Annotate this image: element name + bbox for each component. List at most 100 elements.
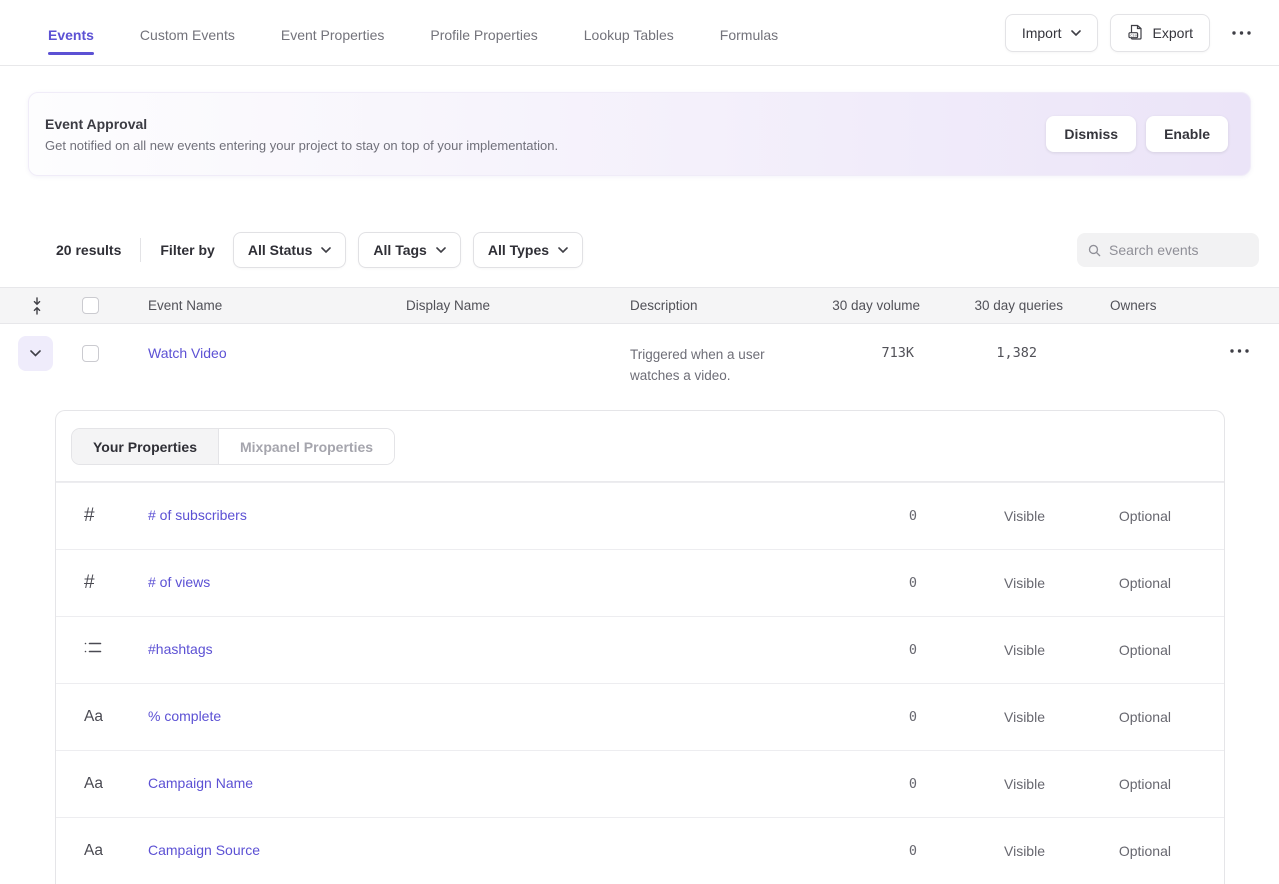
property-count: 0 xyxy=(821,642,917,658)
property-link[interactable]: # of views xyxy=(148,574,210,590)
tab-label: Lookup Tables xyxy=(584,27,674,52)
tab-mixpanel-properties[interactable]: Mixpanel Properties xyxy=(219,429,394,464)
property-row: #hashtags 0 Visible Optional xyxy=(56,616,1224,683)
property-visibility: Visible xyxy=(917,575,1045,591)
text-icon: Aa xyxy=(84,842,148,860)
header-volume: 30 day volume xyxy=(824,298,920,313)
property-requirement: Optional xyxy=(1045,642,1171,658)
nav-actions: Import csv Export xyxy=(1005,0,1255,65)
property-count: 0 xyxy=(821,709,917,725)
property-row: # # of views 0 Visible Optional xyxy=(56,549,1224,616)
tab-label: Custom Events xyxy=(140,27,235,52)
number-icon: # xyxy=(84,505,148,527)
property-row: Aa % complete 0 Visible Optional xyxy=(56,683,1224,750)
results-count: 20 results xyxy=(56,242,121,258)
tab-your-properties[interactable]: Your Properties xyxy=(72,429,219,464)
banner-title: Event Approval xyxy=(45,116,1036,132)
property-requirement: Optional xyxy=(1045,843,1171,859)
property-link[interactable]: % complete xyxy=(148,708,221,724)
properties-panel: Your Properties Mixpanel Properties # # … xyxy=(55,410,1225,884)
svg-text:csv: csv xyxy=(1130,33,1138,38)
collapse-all-icon xyxy=(31,297,43,315)
tab-label: Profile Properties xyxy=(430,27,537,52)
property-visibility: Visible xyxy=(917,709,1045,725)
dismiss-button[interactable]: Dismiss xyxy=(1046,116,1136,152)
search-box xyxy=(1077,233,1259,267)
tab-label: Event Properties xyxy=(281,27,385,52)
chevron-down-icon xyxy=(30,350,41,357)
status-filter-dropdown[interactable]: All Status xyxy=(233,232,347,268)
property-link[interactable]: #hashtags xyxy=(148,641,213,657)
property-row: Aa Campaign Source 0 Visible Optional xyxy=(56,817,1224,884)
property-link[interactable]: Campaign Name xyxy=(148,775,253,791)
ellipsis-icon xyxy=(1232,31,1251,35)
filter-by-label: Filter by xyxy=(160,242,214,258)
import-label: Import xyxy=(1022,25,1062,41)
tab-label: Formulas xyxy=(720,27,778,52)
property-count: 0 xyxy=(821,575,917,591)
number-icon: # xyxy=(84,572,148,594)
property-requirement: Optional xyxy=(1045,508,1171,524)
chevron-down-icon xyxy=(436,247,446,253)
property-visibility: Visible xyxy=(917,508,1045,524)
export-button[interactable]: csv Export xyxy=(1110,14,1210,52)
chevron-down-icon xyxy=(1071,30,1081,36)
property-link[interactable]: Campaign Source xyxy=(148,842,260,858)
divider xyxy=(140,238,141,262)
tab-lookup-tables[interactable]: Lookup Tables xyxy=(584,0,674,65)
csv-file-icon: csv xyxy=(1127,24,1144,41)
event-description: Triggered when a user watches a video. xyxy=(630,344,800,386)
property-link[interactable]: # of subscribers xyxy=(148,507,247,523)
table-header: Event Name Display Name Description 30 d… xyxy=(0,287,1279,324)
property-requirement: Optional xyxy=(1045,709,1171,725)
tags-filter-dropdown[interactable]: All Tags xyxy=(358,232,460,268)
enable-button[interactable]: Enable xyxy=(1146,116,1228,152)
top-nav: Events Custom Events Event Properties Pr… xyxy=(0,0,1279,66)
chevron-down-icon xyxy=(558,247,568,253)
active-tab-underline xyxy=(48,52,94,55)
property-visibility: Visible xyxy=(917,642,1045,658)
filter-toolbar: 20 results Filter by All Status All Tags… xyxy=(56,232,1259,268)
row-checkbox[interactable] xyxy=(82,345,99,362)
property-row: # # of subscribers 0 Visible Optional xyxy=(56,482,1224,549)
properties-panel-header: Your Properties Mixpanel Properties xyxy=(56,411,1224,482)
property-requirement: Optional xyxy=(1045,776,1171,792)
header-owners: Owners xyxy=(1063,298,1220,313)
tab-label: Events xyxy=(48,27,94,52)
export-label: Export xyxy=(1153,25,1193,41)
select-all-checkbox[interactable] xyxy=(82,297,99,314)
collapse-all-button[interactable] xyxy=(18,297,56,315)
tab-profile-properties[interactable]: Profile Properties xyxy=(430,0,537,65)
property-visibility: Visible xyxy=(917,776,1045,792)
banner-description: Get notified on all new events entering … xyxy=(45,138,1036,153)
property-visibility: Visible xyxy=(917,843,1045,859)
import-button[interactable]: Import xyxy=(1005,14,1098,52)
search-icon xyxy=(1088,243,1101,258)
event-name-link[interactable]: Watch Video xyxy=(148,345,227,361)
expand-row-button[interactable] xyxy=(18,336,53,371)
more-options-button[interactable] xyxy=(1228,25,1255,41)
header-queries: 30 day queries xyxy=(920,298,1063,313)
tab-formulas[interactable]: Formulas xyxy=(720,0,778,65)
types-filter-dropdown[interactable]: All Types xyxy=(473,232,583,268)
tab-custom-events[interactable]: Custom Events xyxy=(140,0,235,65)
ellipsis-icon xyxy=(1230,349,1249,353)
event-approval-banner: Event Approval Get notified on all new e… xyxy=(28,92,1251,176)
queries-value: 1,382 xyxy=(920,345,1063,361)
property-count: 0 xyxy=(821,843,917,859)
tab-event-properties[interactable]: Event Properties xyxy=(281,0,385,65)
nav-tab-list: Events Custom Events Event Properties Pr… xyxy=(48,0,1005,65)
header-event-name: Event Name xyxy=(148,298,406,313)
tab-events[interactable]: Events xyxy=(48,0,94,65)
volume-value: 713K xyxy=(824,345,920,361)
list-icon xyxy=(84,641,102,654)
row-more-button[interactable] xyxy=(1220,349,1259,353)
header-display-name: Display Name xyxy=(406,298,630,313)
property-requirement: Optional xyxy=(1045,575,1171,591)
search-input[interactable] xyxy=(1109,242,1248,258)
event-row: Watch Video Triggered when a user watche… xyxy=(0,324,1279,400)
header-description: Description xyxy=(630,298,824,313)
properties-tab-group: Your Properties Mixpanel Properties xyxy=(71,428,395,465)
text-icon: Aa xyxy=(84,775,148,793)
property-row: Aa Campaign Name 0 Visible Optional xyxy=(56,750,1224,817)
